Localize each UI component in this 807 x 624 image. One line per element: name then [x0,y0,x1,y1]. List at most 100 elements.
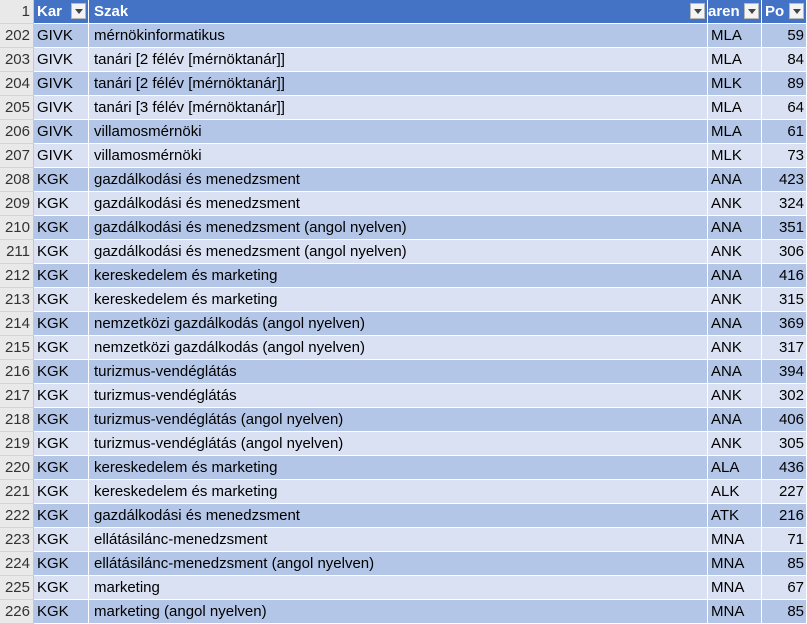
cell-szak[interactable]: kereskedelem és marketing [89,288,708,312]
row-number[interactable]: 202 [0,24,34,48]
cell-kepzesi-rend[interactable]: ALA [708,456,762,480]
cell-pont[interactable]: 317 [762,336,807,360]
cell-kar[interactable]: KGK [34,504,89,528]
cell-szak[interactable]: mérnökinformatikus [89,24,708,48]
cell-pont[interactable]: 423 [762,168,807,192]
cell-pont[interactable]: 394 [762,360,807,384]
row-number[interactable]: 214 [0,312,34,336]
cell-pont[interactable]: 216 [762,504,807,528]
row-number[interactable]: 208 [0,168,34,192]
row-number[interactable]: 220 [0,456,34,480]
cell-kepzesi-rend[interactable]: ATK [708,504,762,528]
filter-dropdown-button[interactable] [690,3,705,19]
cell-kepzesi-rend[interactable]: MLA [708,120,762,144]
cell-kar[interactable]: KGK [34,312,89,336]
cell-szak[interactable]: tanári [3 félév [mérnöktanár]] [89,96,708,120]
row-number[interactable]: 212 [0,264,34,288]
row-number[interactable]: 216 [0,360,34,384]
filter-dropdown-button[interactable] [71,3,86,19]
cell-kar[interactable]: KGK [34,384,89,408]
cell-kar[interactable]: KGK [34,216,89,240]
cell-kar[interactable]: GIVK [34,72,89,96]
column-header-kepzesi-rend[interactable]: aren [708,0,762,24]
cell-kepzesi-rend[interactable]: MNA [708,576,762,600]
cell-pont[interactable]: 84 [762,48,807,72]
cell-kepzesi-rend[interactable]: ANA [708,216,762,240]
cell-kar[interactable]: KGK [34,360,89,384]
row-number[interactable]: 213 [0,288,34,312]
cell-kar[interactable]: KGK [34,408,89,432]
cell-kepzesi-rend[interactable]: MLK [708,72,762,96]
cell-kar[interactable]: KGK [34,576,89,600]
spreadsheet-grid[interactable]: 1 Kar Szak aren Po 202 GIVK mérnökinformat… [0,0,807,624]
cell-kar[interactable]: KGK [34,288,89,312]
cell-szak[interactable]: nemzetközi gazdálkodás (angol nyelven) [89,336,708,360]
row-number[interactable]: 206 [0,120,34,144]
cell-kepzesi-rend[interactable]: ANA [708,168,762,192]
row-number[interactable]: 207 [0,144,34,168]
cell-kepzesi-rend[interactable]: ANK [708,336,762,360]
cell-szak[interactable]: turizmus-vendéglátás [89,384,708,408]
row-number[interactable]: 219 [0,432,34,456]
filter-dropdown-button[interactable] [744,3,759,19]
cell-pont[interactable]: 351 [762,216,807,240]
cell-pont[interactable]: 85 [762,600,807,624]
cell-kar[interactable]: KGK [34,240,89,264]
cell-kar[interactable]: GIVK [34,120,89,144]
row-number[interactable]: 217 [0,384,34,408]
row-number[interactable]: 205 [0,96,34,120]
cell-szak[interactable]: marketing (angol nyelven) [89,600,708,624]
row-number[interactable]: 221 [0,480,34,504]
row-number[interactable]: 211 [0,240,34,264]
cell-pont[interactable]: 416 [762,264,807,288]
cell-kar[interactable]: KGK [34,552,89,576]
cell-kepzesi-rend[interactable]: ANA [708,312,762,336]
cell-kepzesi-rend[interactable]: ANK [708,384,762,408]
cell-pont[interactable]: 64 [762,96,807,120]
cell-pont[interactable]: 89 [762,72,807,96]
cell-pont[interactable]: 85 [762,552,807,576]
row-number[interactable]: 204 [0,72,34,96]
cell-pont[interactable]: 302 [762,384,807,408]
cell-kepzesi-rend[interactable]: MLA [708,96,762,120]
cell-szak[interactable]: ellátásilánc-menedzsment (angol nyelven) [89,552,708,576]
cell-szak[interactable]: kereskedelem és marketing [89,480,708,504]
row-number[interactable]: 225 [0,576,34,600]
cell-szak[interactable]: villamosmérnöki [89,120,708,144]
cell-kar[interactable]: GIVK [34,24,89,48]
cell-szak[interactable]: turizmus-vendéglátás (angol nyelven) [89,408,708,432]
cell-pont[interactable]: 324 [762,192,807,216]
cell-pont[interactable]: 73 [762,144,807,168]
cell-pont[interactable]: 315 [762,288,807,312]
cell-kepzesi-rend[interactable]: MNA [708,552,762,576]
cell-szak[interactable]: tanári [2 félév [mérnöktanár]] [89,72,708,96]
cell-pont[interactable]: 305 [762,432,807,456]
cell-kepzesi-rend[interactable]: MNA [708,600,762,624]
cell-szak[interactable]: ellátásilánc-menedzsment [89,528,708,552]
cell-kepzesi-rend[interactable]: ANA [708,360,762,384]
row-number[interactable]: 223 [0,528,34,552]
cell-pont[interactable]: 436 [762,456,807,480]
cell-pont[interactable]: 227 [762,480,807,504]
cell-szak[interactable]: gazdálkodási és menedzsment (angol nyelv… [89,240,708,264]
cell-kar[interactable]: KGK [34,336,89,360]
cell-kar[interactable]: KGK [34,528,89,552]
filter-dropdown-button[interactable] [789,3,804,19]
cell-kar[interactable]: KGK [34,264,89,288]
cell-pont[interactable]: 61 [762,120,807,144]
row-number[interactable]: 209 [0,192,34,216]
cell-szak[interactable]: villamosmérnöki [89,144,708,168]
cell-kar[interactable]: KGK [34,168,89,192]
cell-kar[interactable]: KGK [34,480,89,504]
row-number[interactable]: 1 [0,0,34,24]
cell-pont[interactable]: 59 [762,24,807,48]
cell-kepzesi-rend[interactable]: ANK [708,432,762,456]
row-number[interactable]: 203 [0,48,34,72]
column-header-pont[interactable]: Po [762,0,807,24]
cell-pont[interactable]: 67 [762,576,807,600]
cell-kepzesi-rend[interactable]: MLA [708,48,762,72]
cell-szak[interactable]: gazdálkodási és menedzsment [89,504,708,528]
cell-szak[interactable]: gazdálkodási és menedzsment (angol nyelv… [89,216,708,240]
cell-kepzesi-rend[interactable]: ANK [708,288,762,312]
cell-szak[interactable]: gazdálkodási és menedzsment [89,192,708,216]
